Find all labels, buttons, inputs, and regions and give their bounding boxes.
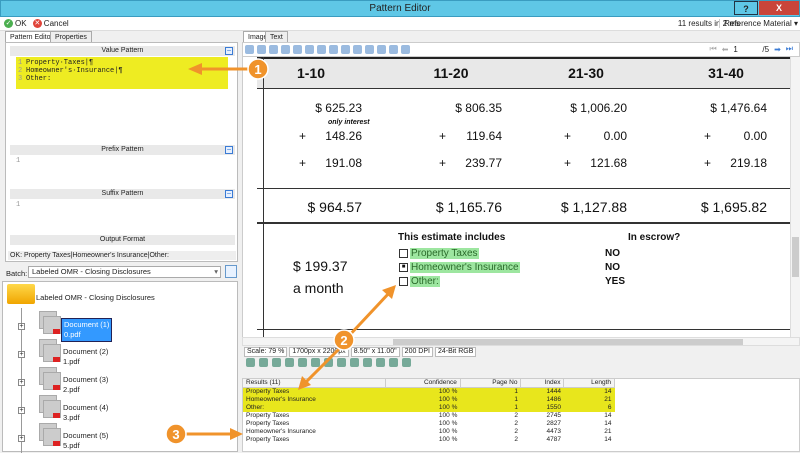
callout-badge-1: 1 bbox=[247, 58, 269, 80]
callout-badge-3: 3 bbox=[165, 423, 187, 445]
callout-arrow-1 bbox=[188, 63, 250, 75]
callout-badge-2: 2 bbox=[333, 329, 355, 351]
svg-text:1: 1 bbox=[254, 62, 261, 77]
callout-overlay: 1 2 3 bbox=[165, 58, 396, 445]
svg-text:3: 3 bbox=[172, 427, 179, 442]
callout-arrow-3 bbox=[185, 428, 243, 440]
svg-text:2: 2 bbox=[340, 333, 347, 348]
